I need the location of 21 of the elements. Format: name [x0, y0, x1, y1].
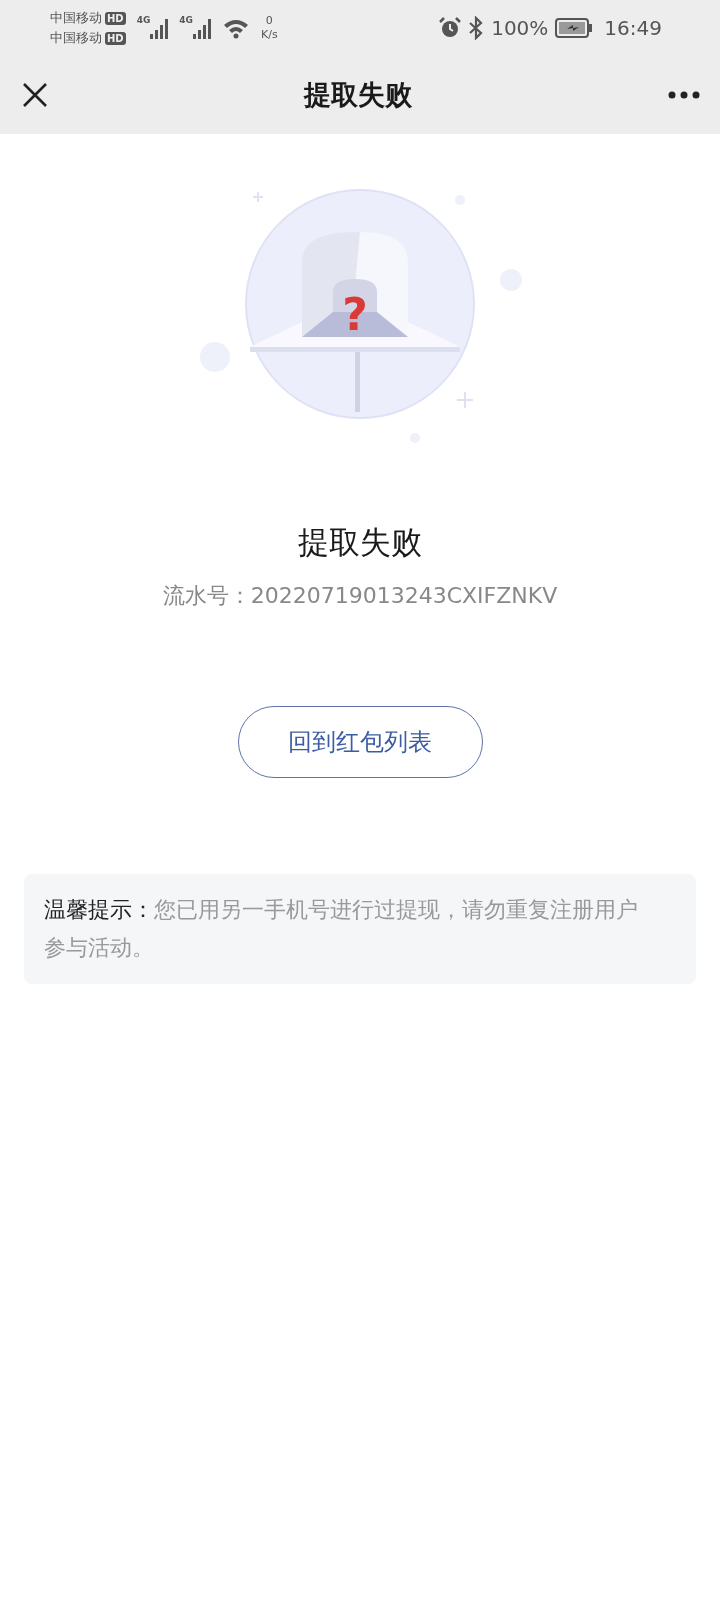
more-icon — [668, 90, 700, 100]
back-to-list-button[interactable]: 回到红包列表 — [237, 706, 483, 778]
serial-number: 流水号：20220719013243CXIFZNKV — [161, 582, 559, 610]
network-type: 4G — [179, 15, 193, 25]
network-type: 4G — [136, 15, 151, 25]
page-title: 提取失败 — [304, 78, 412, 112]
clock-time: 16:49 — [604, 16, 662, 40]
speed-unit: K/s — [261, 28, 278, 42]
bluetooth-icon — [468, 16, 485, 40]
close-icon — [22, 82, 48, 108]
battery-percent: 100% — [491, 16, 549, 40]
carrier-name: 中国移动 — [50, 9, 102, 27]
battery-charging-icon — [555, 17, 594, 39]
hd-badge: HD — [105, 31, 126, 45]
wifi-icon — [222, 17, 250, 39]
result-title: 提取失败 — [297, 523, 423, 562]
alarm-icon — [439, 17, 462, 39]
speed-value: 0 — [265, 14, 273, 28]
hd-badge: HD — [105, 11, 126, 25]
tip-text: 温馨提示：您已用另一手机号进行过提现，请勿重复注册用户参与活动。 — [24, 874, 696, 984]
carrier-name: 中国移动 — [50, 29, 102, 47]
